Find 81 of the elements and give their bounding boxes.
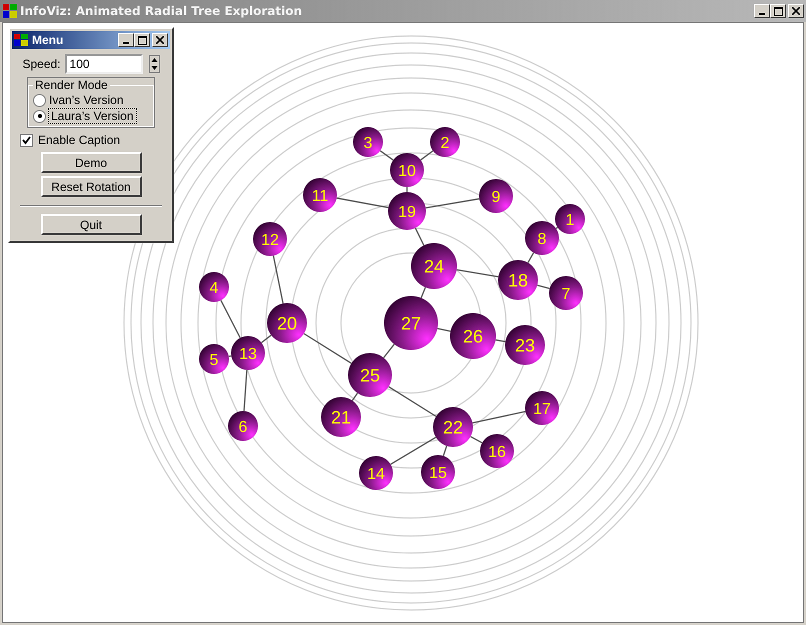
tree-node[interactable]: 5 xyxy=(199,344,229,374)
tree-edge xyxy=(537,284,550,290)
speed-field[interactable]: 100 xyxy=(64,54,143,74)
tree-edge xyxy=(496,339,506,342)
tree-edge xyxy=(456,269,498,278)
tree-edge xyxy=(272,256,284,304)
tree-edge xyxy=(220,300,241,338)
tree-node[interactable]: 22 xyxy=(433,407,473,447)
window-title: InfoViz: Animated Radial Tree Exploration xyxy=(20,4,304,18)
menu-button[interactable]: Reset Rotation xyxy=(40,176,142,197)
tree-node[interactable]: 7 xyxy=(549,276,583,310)
minimize-button[interactable] xyxy=(754,4,770,18)
tree-edge xyxy=(527,252,534,263)
tree-edge xyxy=(228,355,232,358)
minimize-button[interactable] xyxy=(118,33,134,47)
radio-option[interactable]: Ivan’s Version xyxy=(33,92,149,108)
tree-node[interactable]: 18 xyxy=(498,260,538,300)
tree-node[interactable]: 16 xyxy=(480,434,514,468)
tree-edge xyxy=(380,150,394,161)
radio-label: Laura’s Version xyxy=(49,109,136,123)
tree-node[interactable]: 21 xyxy=(321,397,361,437)
radio-option[interactable]: Laura’s Version xyxy=(33,108,149,124)
tree-edge xyxy=(426,198,480,208)
tree-node[interactable]: 14 xyxy=(359,456,393,490)
tree-node[interactable]: 25 xyxy=(348,353,392,397)
tree-edge xyxy=(243,370,248,412)
tree-edge xyxy=(470,436,482,444)
tree-node[interactable]: 26 xyxy=(450,313,496,359)
tree-edge xyxy=(336,197,388,208)
tree-node[interactable]: 12 xyxy=(253,222,287,256)
tree-node[interactable]: 4 xyxy=(199,272,229,302)
tree-edge xyxy=(420,150,434,160)
tree-node[interactable]: 3 xyxy=(353,127,383,157)
tree-node[interactable]: 27 xyxy=(384,296,438,350)
app-icon xyxy=(3,4,17,18)
app-icon xyxy=(14,34,28,46)
menu-button[interactable]: Demo xyxy=(40,152,142,173)
speed-label: Speed: xyxy=(22,57,61,71)
tree-node[interactable]: 24 xyxy=(411,243,457,289)
radio-button[interactable] xyxy=(33,94,46,106)
spinner-icon[interactable] xyxy=(148,55,160,73)
tree-node[interactable]: 13 xyxy=(231,336,265,370)
tree-node[interactable]: 2 xyxy=(430,127,460,157)
tree-edge xyxy=(304,333,352,364)
tree-node[interactable]: 1 xyxy=(555,204,585,234)
tree-node[interactable]: 23 xyxy=(505,325,545,365)
tree-node[interactable]: 6 xyxy=(228,411,258,441)
maximize-button[interactable] xyxy=(770,4,786,18)
maximize-icon xyxy=(774,6,782,16)
checkbox-label: Enable Caption xyxy=(38,133,120,147)
tree-edge xyxy=(556,226,558,229)
tree-edge xyxy=(383,344,395,358)
tree-edge xyxy=(388,386,436,417)
tree-node[interactable]: 17 xyxy=(525,391,559,425)
tree-node[interactable]: 11 xyxy=(303,178,337,212)
tree-node[interactable]: 10 xyxy=(390,153,424,187)
tree-edge xyxy=(414,228,424,246)
close-icon xyxy=(792,7,800,15)
group-label: Render Mode xyxy=(34,78,109,92)
menu-title: Menu xyxy=(32,33,64,47)
close-button[interactable] xyxy=(152,33,168,47)
maximize-button[interactable] xyxy=(134,33,150,47)
tree-node[interactable]: 15 xyxy=(421,455,455,489)
tree-edge xyxy=(420,287,426,298)
radio-label: Ivan’s Version xyxy=(49,93,124,107)
tree-node[interactable]: 8 xyxy=(525,221,559,255)
tree-edge xyxy=(437,328,451,332)
tree-edge xyxy=(352,392,358,401)
close-button[interactable] xyxy=(788,4,804,18)
tree-node[interactable]: 9 xyxy=(479,179,513,213)
tree-node[interactable]: 20 xyxy=(267,303,307,343)
tree-node[interactable]: 19 xyxy=(388,192,426,230)
tree-edge xyxy=(261,334,272,344)
maximize-icon xyxy=(138,36,146,44)
quit-button[interactable]: Quit xyxy=(40,214,142,235)
checkbox[interactable] xyxy=(20,134,33,146)
tree-edge xyxy=(442,446,448,456)
close-icon xyxy=(156,36,164,44)
tree-edge xyxy=(390,436,436,465)
tree-edge xyxy=(472,410,526,424)
radio-button[interactable] xyxy=(33,110,46,122)
